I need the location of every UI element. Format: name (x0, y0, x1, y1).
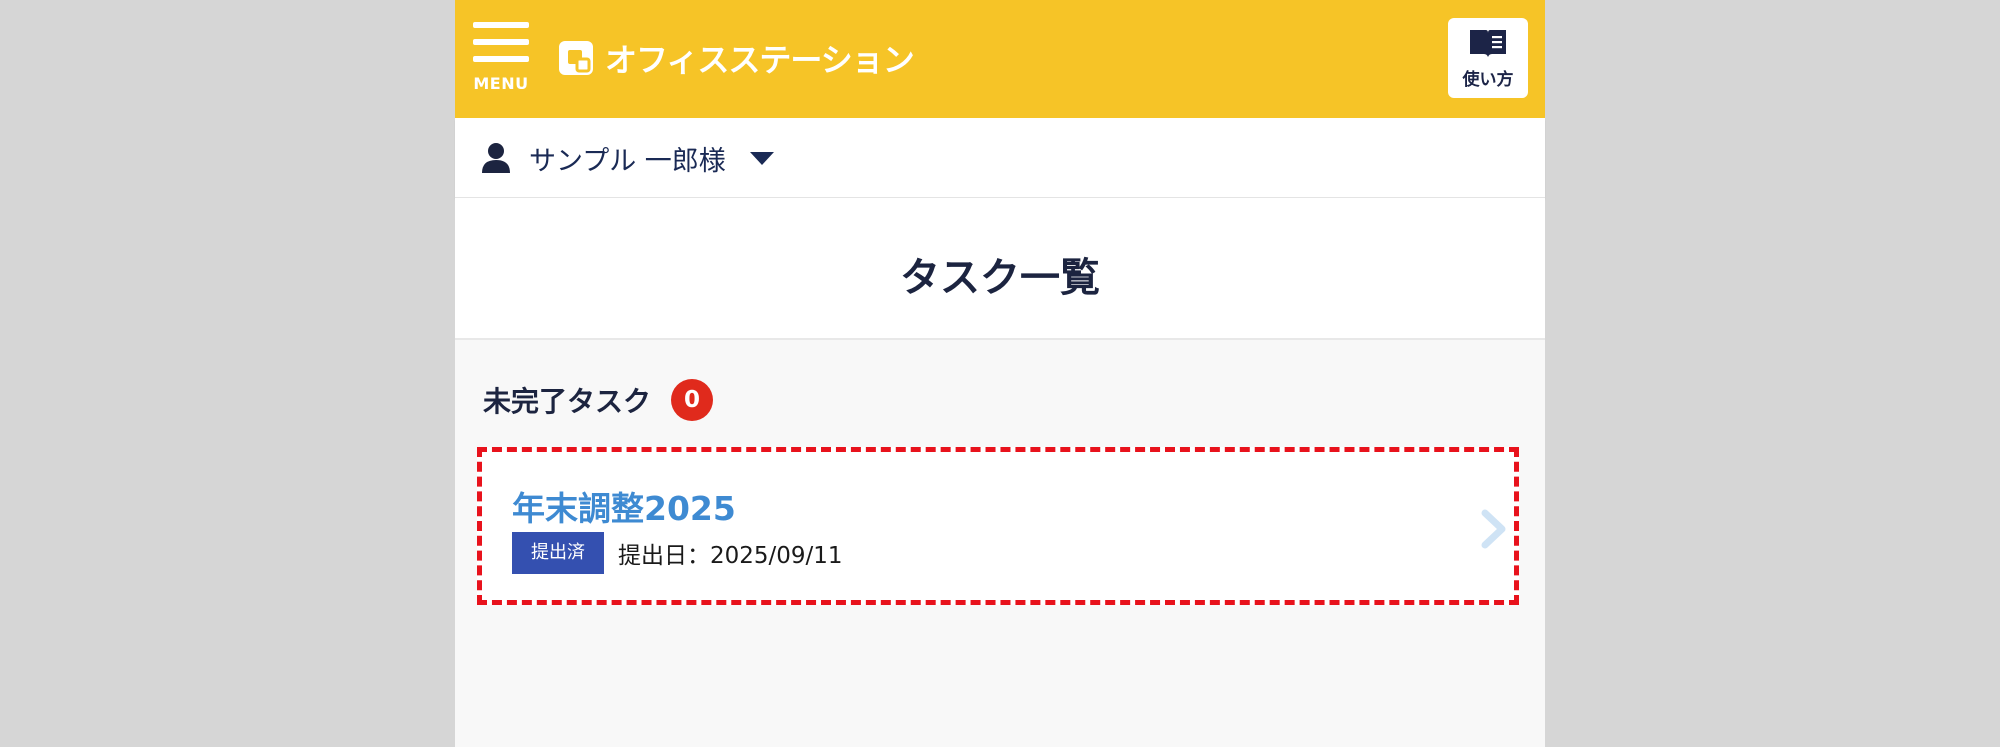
task-name: 年末調整2025 (512, 489, 736, 528)
help-label: 使い方 (1462, 70, 1514, 90)
chevron-right-icon (1481, 509, 1506, 549)
task-meta: 提出済 提出日：2025/09/11 (512, 532, 843, 574)
menu-button[interactable]: MENU (473, 22, 531, 94)
app-header: MENU オフィスステーション 使い方 (455, 0, 1545, 118)
office-station-logo-icon (559, 41, 593, 75)
section-title: 未完了タスク (483, 385, 652, 418)
user-switcher[interactable]: サンプル 一郎様 (481, 138, 774, 178)
hamburger-icon-bar (473, 39, 529, 45)
book-icon (1470, 30, 1506, 57)
app-logo[interactable]: オフィスステーション (557, 36, 915, 80)
task-count-badge: 0 (671, 379, 714, 421)
person-icon (482, 143, 510, 173)
page-title: タスク一覧 (900, 255, 1100, 301)
task-card[interactable]: 年末調整2025 提出済 提出日：2025/09/11 (477, 447, 1519, 605)
help-button[interactable]: 使い方 (1448, 18, 1528, 98)
hamburger-icon (473, 22, 529, 28)
mobile-viewport: MENU オフィスステーション 使い方 サンプル 一郎様 タスク一覧 未完了タス… (455, 0, 1545, 747)
user-bar: サンプル 一郎様 (455, 118, 1545, 198)
caret-down-icon (749, 151, 774, 165)
incomplete-tasks-heading: 未完了タスク 0 (483, 378, 714, 422)
user-name: サンプル 一郎様 (529, 145, 726, 177)
app-name: オフィスステーション (605, 41, 915, 79)
page-header: タスク一覧 (455, 198, 1545, 340)
hamburger-icon-bar (473, 56, 529, 62)
submit-date: 提出日：2025/09/11 (618, 543, 843, 569)
menu-label: MENU (473, 74, 529, 93)
status-badge: 提出済 (512, 532, 604, 574)
